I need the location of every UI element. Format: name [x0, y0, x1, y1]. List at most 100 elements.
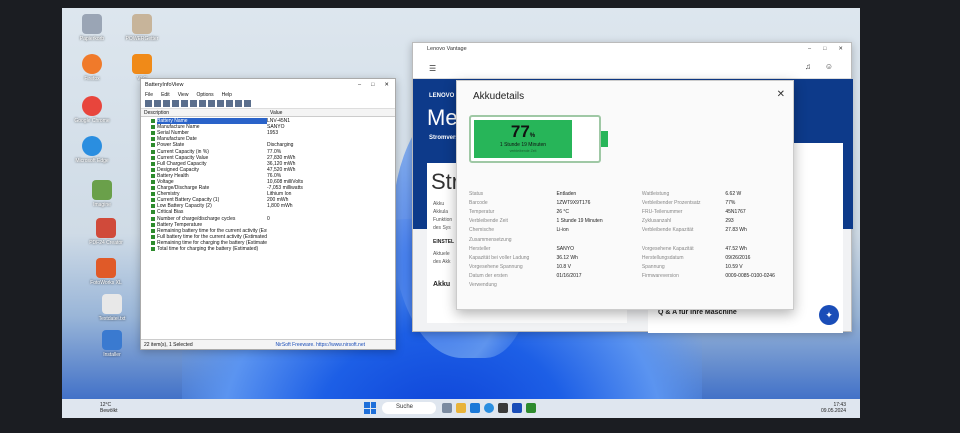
toolbar-icon[interactable] — [235, 100, 242, 107]
photo-app-icon — [96, 258, 116, 278]
biv-statusbar: 22 item(s), 1 Selected NirSoft Freeware.… — [141, 339, 395, 349]
detail-label: Zyklusanzahl — [641, 218, 672, 225]
desktop-icon-textfile[interactable]: Textdatei.txt — [84, 294, 140, 322]
lv-title: Lenovo Vantage — [427, 46, 467, 52]
row-description: Current Capacity Value — [157, 154, 209, 161]
desktop-icon-recycle-bin[interactable]: Papierkorb — [64, 14, 120, 42]
desktop-icon-installer[interactable]: Installer — [84, 330, 140, 358]
close-icon[interactable]: ✕ — [777, 89, 785, 100]
desktop-icon-firefox[interactable]: Firefox — [64, 54, 120, 82]
maximize-icon[interactable]: □ — [371, 82, 374, 88]
detail-value: 09/26/2016 — [725, 254, 751, 261]
detail-row: Vorgesehene Spannung 10.8 V Spannung 10.59 … — [469, 263, 785, 272]
row-description: Voltage — [157, 178, 174, 185]
start-button-icon[interactable] — [364, 402, 376, 414]
toolbar-icon[interactable] — [172, 100, 179, 107]
detail-value: Entladen — [556, 190, 577, 197]
biv-toolbar — [141, 99, 395, 109]
detail-label: Temperatur — [469, 208, 495, 215]
vantage-taskbar-icon[interactable] — [512, 403, 522, 413]
desktop-icon-fotoworks[interactable]: FotoWorks XL — [78, 258, 134, 286]
row-description: Manufacture Name — [157, 124, 200, 131]
column-description[interactable]: Description — [141, 110, 267, 116]
card-line: Aktuele — [433, 251, 450, 257]
desktop-icon-powergetter[interactable]: POWERGetter — [114, 14, 170, 42]
biv-title: BatteryInfoView — [145, 81, 184, 88]
toolbar-icon[interactable] — [163, 100, 170, 107]
recycle-bin-icon — [82, 14, 102, 34]
batteryinfoview-window[interactable]: BatteryInfoView – □ ✕ File Edit View Optio… — [140, 78, 396, 350]
battery-percent: 77% — [510, 122, 536, 141]
detail-value: 0009-0085-0100-0246 — [725, 273, 775, 280]
detail-label: Datum der ersten — [469, 273, 508, 280]
column-value[interactable]: Value — [267, 110, 282, 116]
row-description: Current Capacity (in %) — [157, 148, 209, 155]
file-explorer-icon[interactable] — [456, 403, 466, 413]
detail-row: Verwendung — [469, 281, 785, 290]
text-file-icon — [102, 294, 122, 314]
batteryinfoview-taskbar-icon[interactable] — [526, 403, 536, 413]
detail-label: Kapazität bei voller Ladung — [469, 254, 530, 261]
menu-options[interactable]: Options — [196, 92, 213, 98]
row-icon — [151, 216, 155, 221]
weather-widget[interactable]: 12°C Bewölkt — [100, 402, 118, 414]
detail-value: 293 — [725, 218, 734, 225]
minimize-icon[interactable]: – — [808, 46, 811, 52]
battery-gauge: 77% 1 Stunde 19 Minuten verbleibende Zei… — [469, 115, 608, 163]
taskbar-search[interactable]: Suche — [382, 402, 436, 414]
lv-titlebar[interactable]: Lenovo Vantage – □ ✕ — [413, 43, 851, 55]
detail-label: Verwendung — [469, 282, 497, 289]
detail-row: Status Entladen Wattleistung 6.62 W — [469, 189, 785, 198]
row-value: Discharging — [267, 142, 294, 149]
desktop-icon-imagine[interactable]: Imagine — [74, 180, 130, 208]
detail-label: Vorgesehene Spannung — [469, 264, 523, 271]
toolbar-icon[interactable] — [154, 100, 161, 107]
detail-value: 45N1767 — [725, 208, 746, 215]
edge-taskbar-icon[interactable] — [484, 403, 494, 413]
toolbar-icon[interactable] — [145, 100, 152, 107]
row-icon — [151, 143, 155, 148]
minimize-icon[interactable]: – — [358, 82, 361, 88]
menu-file[interactable]: File — [145, 92, 153, 98]
menu-icon[interactable]: ☰ — [429, 64, 436, 73]
toolbar-icon[interactable] — [244, 100, 251, 107]
biv-titlebar[interactable]: BatteryInfoView – □ ✕ — [141, 79, 395, 90]
clock[interactable]: 17:43 09.05.2024 — [821, 402, 846, 414]
lv-appbar: ☰ ♫ ☺ — [413, 55, 851, 79]
toolbar-icon[interactable] — [208, 100, 215, 107]
detail-value: 01/16/2017 — [556, 273, 582, 280]
toolbar-icon[interactable] — [190, 100, 197, 107]
table-row[interactable]: Total time for charging the battery (Est… — [141, 246, 395, 252]
detail-label: Verbleibende Kapazität — [641, 227, 694, 234]
detail-row: Datum der ersten 01/16/2017 Firmwareversio… — [469, 272, 785, 281]
menu-edit[interactable]: Edit — [161, 92, 170, 98]
nirsoft-link[interactable]: NirSoft Freeware. https://www.nirsoft.ne… — [276, 342, 365, 348]
detail-value: 27.83 Wh — [725, 227, 747, 234]
help-fab-icon[interactable]: ✦ — [819, 305, 839, 325]
task-view-icon[interactable] — [442, 403, 452, 413]
menu-view[interactable]: View — [178, 92, 189, 98]
desktop-icon-pdf24[interactable]: PDF24 Creator — [78, 218, 134, 246]
row-description: Designed Capacity — [157, 166, 199, 173]
detail-row: Barcode 1ZWT9X9T176 Verbleibender Prozents… — [469, 198, 785, 207]
toolbar-icon[interactable] — [199, 100, 206, 107]
toolbar-icon[interactable] — [181, 100, 188, 107]
desktop-icon-edge[interactable]: Microsoft Edge — [64, 136, 120, 164]
menu-help[interactable]: Help — [222, 92, 232, 98]
detail-label: Status — [469, 190, 484, 197]
bell-icon[interactable]: ♫ — [805, 62, 811, 71]
close-icon[interactable]: ✕ — [838, 46, 843, 52]
row-value: 47,520 mWh — [267, 166, 296, 173]
toolbar-icon[interactable] — [217, 100, 224, 107]
user-icon[interactable]: ☺ — [825, 62, 833, 71]
desktop-icon-chrome[interactable]: Google Chrome — [64, 96, 120, 124]
store-icon[interactable] — [498, 403, 508, 413]
chrome-icon — [82, 96, 102, 116]
maximize-icon[interactable]: □ — [823, 46, 826, 52]
detail-row: Temperatur 26 °C FRU-Teilenummer 45N1767 — [469, 207, 785, 216]
toolbar-icon[interactable] — [226, 100, 233, 107]
detail-row: Verbleibende Zeit 1 Stunde 19 Minuten Zykl… — [469, 217, 785, 226]
close-icon[interactable]: ✕ — [384, 82, 389, 88]
row-description: Number of charge/discharge cycles — [157, 215, 236, 222]
mail-icon[interactable] — [470, 403, 480, 413]
